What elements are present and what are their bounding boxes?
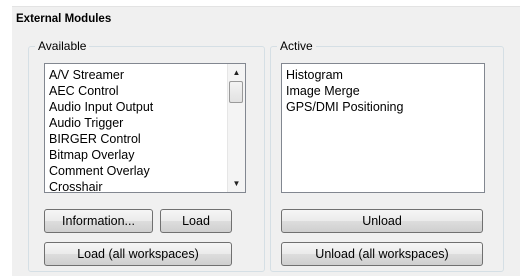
active-label: Active xyxy=(277,39,316,53)
list-item[interactable]: Audio Input Output xyxy=(49,99,153,115)
list-item[interactable]: Crosshair xyxy=(49,179,153,192)
external-modules-panel: External Modules Available A/V Streamer … xyxy=(12,6,520,276)
available-items: A/V Streamer AEC Control Audio Input Out… xyxy=(49,67,153,192)
available-scrollbar[interactable]: ▲ ▼ xyxy=(227,64,245,192)
available-modules-list[interactable]: A/V Streamer AEC Control Audio Input Out… xyxy=(44,63,246,193)
panel-title: External Modules xyxy=(16,13,112,25)
list-item[interactable]: BIRGER Control xyxy=(49,131,153,147)
information-button[interactable]: Information... xyxy=(44,209,153,233)
list-item[interactable]: Histogram xyxy=(286,67,403,83)
list-item[interactable]: AEC Control xyxy=(49,83,153,99)
scroll-thumb[interactable] xyxy=(229,81,243,103)
scroll-up-icon[interactable]: ▲ xyxy=(228,64,245,81)
list-item[interactable]: Image Merge xyxy=(286,83,403,99)
list-item[interactable]: Audio Trigger xyxy=(49,115,153,131)
load-button[interactable]: Load xyxy=(160,209,232,233)
available-label: Available xyxy=(35,39,90,53)
available-group: Available A/V Streamer AEC Control Audio… xyxy=(28,39,265,272)
active-modules-list[interactable]: Histogram Image Merge GPS/DMI Positionin… xyxy=(281,63,485,193)
list-item[interactable]: Bitmap Overlay xyxy=(49,147,153,163)
list-item[interactable]: A/V Streamer xyxy=(49,67,153,83)
load-all-workspaces-button[interactable]: Load (all workspaces) xyxy=(44,242,232,266)
list-item[interactable]: GPS/DMI Positioning xyxy=(286,99,403,115)
list-item[interactable]: Comment Overlay xyxy=(49,163,153,179)
unload-button[interactable]: Unload xyxy=(281,209,483,233)
active-group: Active Histogram Image Merge GPS/DMI Pos… xyxy=(270,39,504,272)
active-items: Histogram Image Merge GPS/DMI Positionin… xyxy=(286,67,403,115)
unload-all-workspaces-button[interactable]: Unload (all workspaces) xyxy=(281,242,483,266)
scroll-down-icon[interactable]: ▼ xyxy=(228,175,245,192)
